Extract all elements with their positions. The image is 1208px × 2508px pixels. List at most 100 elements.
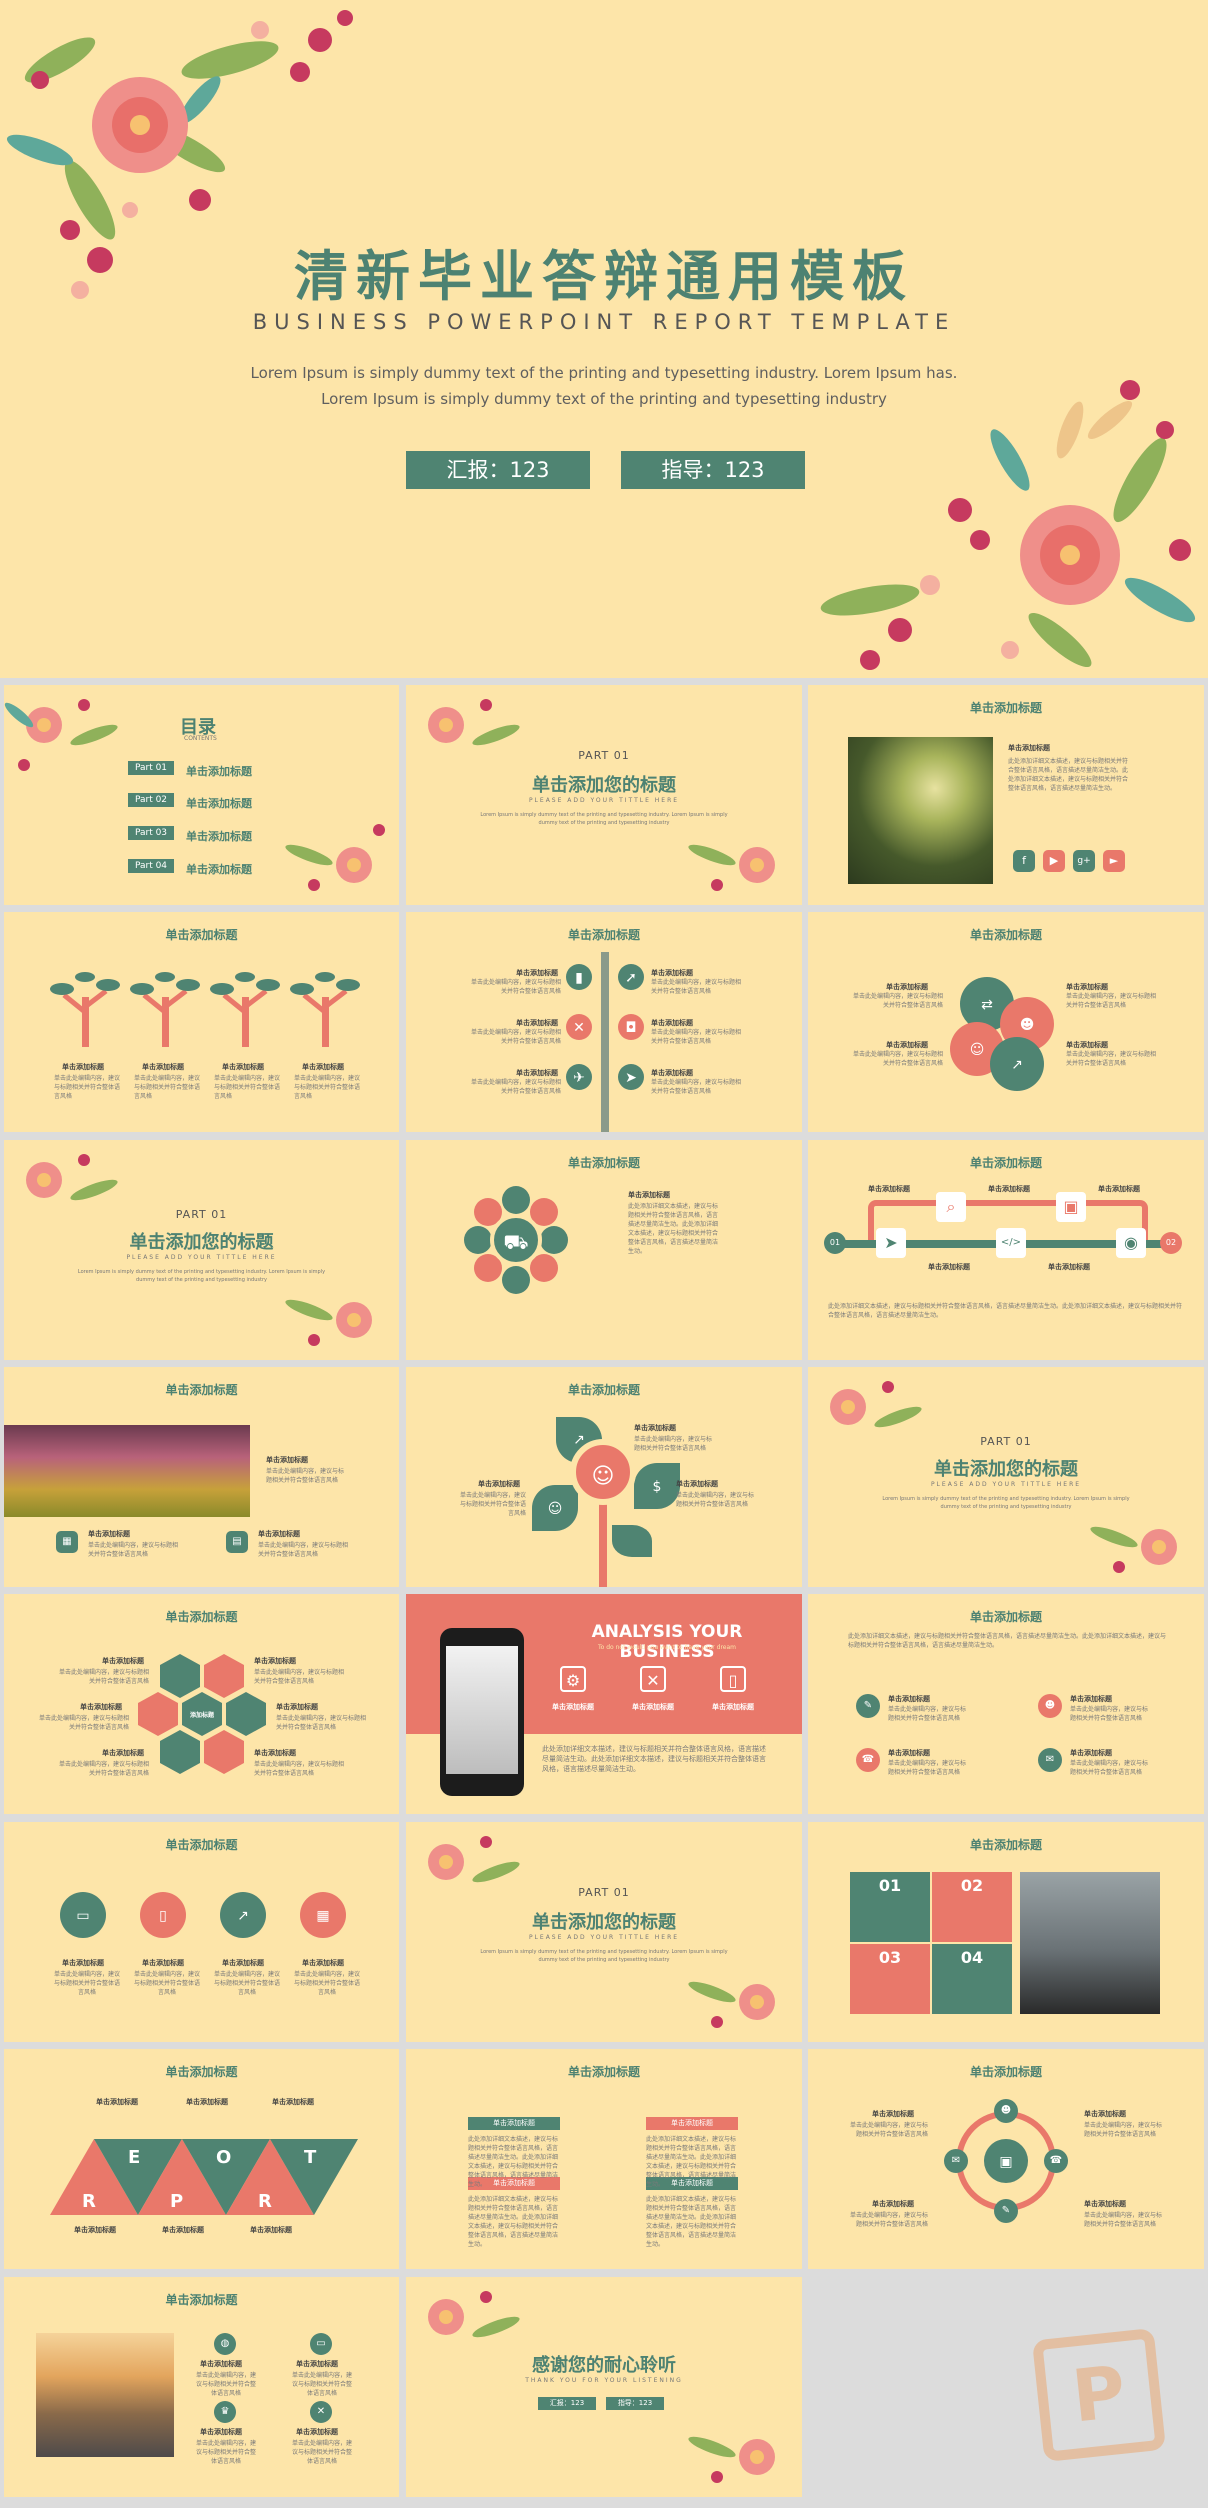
section-slide[interactable]: PART 01 单击添加您的标题 PLEASE ADD YOUR TITTLE …	[406, 1822, 802, 2042]
item-title: 单击添加标题	[88, 1530, 130, 1538]
sunset-photo-slide[interactable]: 单击添加标题 ◍ ▭ ♛ ✕ 单击添加标题 单击此处编辑内容，建议与标题相关并符…	[4, 2277, 399, 2497]
item-text: 单击此处编辑内容，建议与标题相关并符合整体语言风格	[470, 1079, 561, 1095]
petal-bottom	[502, 1266, 530, 1294]
item-title: 单击添加标题	[516, 969, 558, 977]
advisor-badge: 指导：123	[621, 451, 805, 489]
google-plus-icon[interactable]: g+	[1073, 850, 1095, 872]
trees-slide[interactable]: 单击添加标题 单击添加标题 单击添加标题 单击添加标题 单击添加标题 单击此处编…	[4, 912, 399, 1132]
mobile-icon: ▯	[720, 1666, 746, 1692]
numbered-grid-slide[interactable]: 单击添加标题 01 02 03 04	[808, 1822, 1204, 2042]
item-title: 单击添加标题	[276, 1703, 318, 1711]
section-slide[interactable]: PART 01 单击添加您的标题 PLEASE ADD YOUR TITTLE …	[808, 1367, 1204, 1587]
intro-text: 此处添加详细文本描述，建议与标题相关并符合整体语言风格，语言描述尽量简洁生动。此…	[848, 1633, 1167, 1649]
item-title: 单击添加标题	[1084, 2200, 1126, 2208]
item-text: 单击此处编辑内容，建议与标题相关并符合整体语言风格	[470, 1029, 561, 1045]
section-title: 单击添加您的标题	[532, 775, 676, 796]
item-title: 单击添加标题	[516, 1019, 558, 1027]
item-text: 单击此处编辑内容，建议与标题相关并符合整体语言风格	[634, 1436, 713, 1452]
item-title: 单击添加标题	[634, 1424, 676, 1432]
item-text: 单击此处编辑内容，建议与标题相关并符合整体语言风格	[651, 1079, 742, 1095]
item-title: 单击添加标题	[200, 2360, 242, 2368]
rocket-icon: ➚	[618, 964, 644, 990]
item-title: 单击添加标题	[516, 1069, 558, 1077]
leaf-tree-slide[interactable]: 单击添加标题 ↗ $ ☺ ☺ 单击添加标题 单击此处编辑内容，建议与标题相关并符…	[406, 1367, 802, 1587]
hexagon-slide[interactable]: 单击添加标题 添加标题 单击添加标题 单击此处编辑内容，建议与标题相关并符合整体…	[4, 1594, 399, 1814]
grid-cell-4: 04	[932, 1944, 1012, 2014]
item-title: 单击添加标题	[222, 1959, 264, 1967]
play-icon[interactable]: ►	[1103, 850, 1125, 872]
section-subtitle: PLEASE ADD YOUR TITTLE HERE	[528, 1934, 680, 1941]
item-text: 单击此处编辑内容，建议与标题相关并符合整体语言风格	[1084, 2122, 1163, 2138]
item-icon: ✕	[310, 2401, 332, 2423]
timeline-icons-slide[interactable]: 单击添加标题 ▮ ➚ ✕ ◘ ✈ ➤ 单击添加标题 单击此处编辑内容，建议与标题…	[406, 912, 802, 1132]
section-title: 单击添加您的标题	[934, 1459, 1078, 1480]
section-part-label: PART 01	[175, 1208, 228, 1221]
process-flow-slide[interactable]: 单击添加标题 01 02 ➤ ⌕ </> ▣ ◉ 单击添加标题 单击添加标题 单…	[808, 1140, 1204, 1360]
item-title: 单击添加标题	[651, 969, 693, 977]
box-icon: ▣	[1056, 1192, 1086, 1222]
facebook-icon[interactable]: f	[1013, 850, 1035, 872]
calendar-icon: ▦	[300, 1892, 346, 1938]
item-title: 单击添加标题	[250, 2226, 292, 2234]
item-title: 单击添加标题	[186, 2098, 228, 2106]
hex-top-left	[160, 1654, 200, 1698]
hero-subtitle: BUSINESS POWERPOINT REPORT TEMPLATE	[252, 310, 956, 334]
section-part-label: PART 01	[578, 749, 630, 762]
youtube-icon[interactable]: ▶	[1043, 850, 1065, 872]
item-title: 单击添加标题	[552, 1703, 594, 1711]
section-slide[interactable]: PART 01 单击添加您的标题 PLEASE ADD YOUR TITTLE …	[406, 685, 802, 905]
code-icon: </>	[996, 1228, 1026, 1258]
report-letter-r: R	[82, 2191, 96, 2212]
park-photo-slide[interactable]: 单击添加标题 单击添加标题 单击此处编辑内容，建议与标题相关并符合整体语言风格 …	[4, 1367, 399, 1587]
item-title: 单击添加标题	[1066, 1041, 1108, 1049]
item-text: 单击此处编辑内容，建议与标题相关并符合整体语言风格	[266, 1468, 345, 1484]
four-items-slide[interactable]: 单击添加标题 此处添加详细文本描述，建议与标题相关并符合整体语言风格，语言描述尽…	[808, 1594, 1204, 1814]
thanks-advisor-badge: 指导：123	[606, 2397, 664, 2410]
analysis-slide[interactable]: ANALYSIS YOUR BUSINESS To do not would y…	[406, 1594, 802, 1814]
thanks-slide[interactable]: 感谢您的耐心聆听 THANK YOU FOR YOUR LISTENING 汇报…	[406, 2277, 802, 2497]
item-text: 单击此处编辑内容，建议与标题相关并符合整体语言风格	[196, 2440, 257, 2465]
item-title: 单击添加标题	[988, 1185, 1030, 1193]
tag-1: 单击添加标题	[468, 2117, 560, 2130]
item-text: 单击此处编辑内容，建议与标题相关并符合整体语言风格	[1066, 993, 1157, 1009]
item-title: 单击添加标题	[200, 2428, 242, 2436]
report-triangles-slide[interactable]: 单击添加标题 R E P O R T 单击添加标题 单击添加标题 单击添加标题 …	[4, 2049, 399, 2269]
item-text: 单击此处编辑内容，建议与标题相关并符合整体语言风格	[470, 979, 561, 995]
chart-icon: ↗	[220, 1892, 266, 1938]
section-slide[interactable]: PART 01 单击添加您的标题 PLEASE ADD YOUR TITTLE …	[4, 1140, 399, 1360]
item-title: 单击添加标题	[62, 1063, 104, 1071]
item-text: 单击此处编辑内容，建议与标题相关并符合整体语言风格	[54, 1075, 121, 1100]
item-title: 单击添加标题	[632, 1703, 674, 1711]
flower-ring-slide[interactable]: 单击添加标题 ⛟ 单击添加标题 此处添加详细文本描述，建议与标题相关并符合整体语…	[406, 1140, 802, 1360]
item-icon: ✉	[1038, 1748, 1062, 1772]
plane-icon: ✈	[566, 1064, 592, 1090]
report-letter-p: P	[170, 2191, 184, 2212]
settings-icon: ⚙	[560, 1666, 586, 1692]
item-title: 单击添加标题	[651, 1019, 693, 1027]
thanks-presenter-badge: 汇报：123	[538, 2397, 596, 2410]
calendar-icon: ▦	[56, 1531, 78, 1553]
hero-slide[interactable]: 清新毕业答辩通用模板 BUSINESS POWERPOINT REPORT TE…	[0, 0, 1208, 678]
toc-slide[interactable]: 目录 CONTENTS Part 01 单击添加标题 Part 02 单击添加标题 …	[4, 685, 399, 905]
thanks-subtitle: THANK YOU FOR YOUR LISTENING	[525, 2377, 683, 2384]
brand-watermark-logo: P	[1031, 2327, 1167, 2463]
item-title: 单击添加标题	[1070, 1695, 1112, 1703]
four-tags-slide[interactable]: 单击添加标题 单击添加标题 单击添加标题 单击添加标题 单击添加标题 此处添加详…	[406, 2049, 802, 2269]
hex-mid-left	[138, 1692, 178, 1736]
slide-title: 单击添加标题	[165, 928, 238, 942]
item-title: 单击添加标题	[1048, 1263, 1090, 1271]
tools-icon: ✕	[640, 1666, 666, 1692]
item-title: 单击添加标题	[651, 1069, 693, 1077]
four-icons-slide[interactable]: 单击添加标题 ▭ ▯ ↗ ▦ 单击添加标题 单击添加标题 单击添加标题 单击添加…	[4, 1822, 399, 2042]
item-text: 单击此处编辑内容，建议与标题相关并符合整体语言风格	[852, 1051, 943, 1067]
item-title: 单击添加标题	[478, 1480, 520, 1488]
person-icon: ☺	[570, 1439, 636, 1505]
item-text: 单击此处编辑内容，建议与标题相关并符合整体语言风格	[38, 1715, 129, 1731]
cycle-node-left: ✉	[944, 2149, 968, 2173]
item-text: 单击此处编辑内容，建议与标题相关并符合整体语言风格	[292, 2372, 353, 2397]
cycle-slide[interactable]: 单击添加标题 ▣ ☻ ✉ ☎ ✎ 单击添加标题 单击此处编辑内容，建议与标题相关…	[808, 2049, 1204, 2269]
four-circle-slide[interactable]: 单击添加标题 ⇄ ☻ ☺ ↗ 单击添加标题 单击此处编辑内容，建议与标题相关并符…	[808, 912, 1204, 1132]
photo-text-slide[interactable]: 单击添加标题 单击添加标题 此处添加详细文本描述，建议与标题相关并符合整体语言风…	[808, 685, 1204, 905]
item-text: 此处添加详细文本描述，建议与标题相关并符合整体语言风格，语言描述尽量简洁生动。此…	[646, 2136, 737, 2188]
slide-title: 单击添加标题	[567, 1383, 640, 1397]
